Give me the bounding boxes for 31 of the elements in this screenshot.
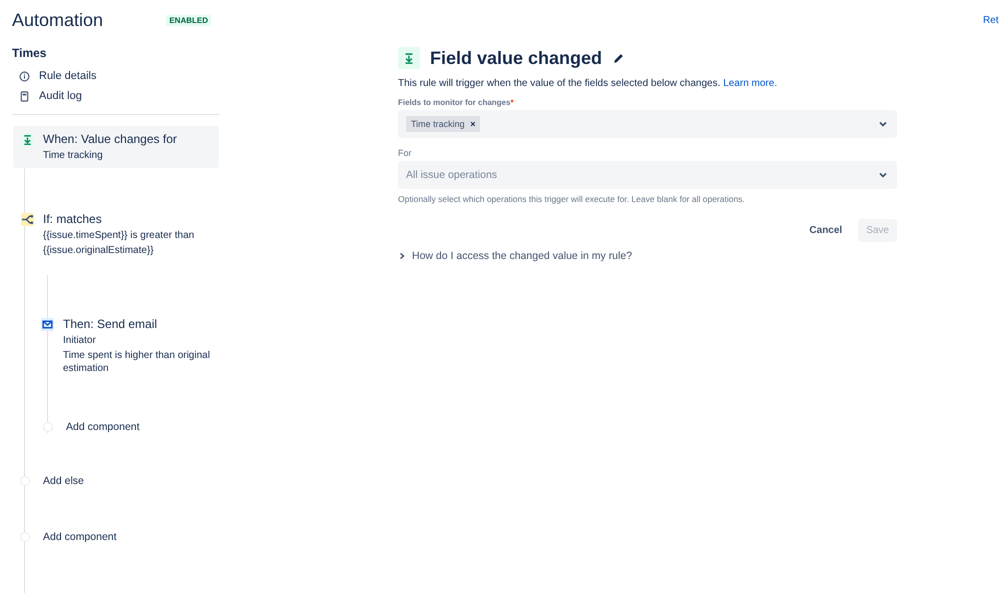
add-component-link[interactable]: Add else [20, 475, 219, 487]
add-component-link[interactable]: Add component [20, 531, 219, 543]
chevron-right-icon [398, 252, 406, 260]
add-component-link[interactable]: Add component [43, 421, 219, 433]
branch-icon [21, 213, 34, 226]
learn-more-link[interactable]: Learn more. [723, 78, 778, 89]
remove-tag-button[interactable]: × [470, 119, 476, 129]
sidebar-item[interactable]: Audit log [12, 86, 219, 106]
description: This rule will trigger when the value of the fields selected below changes. Learn more. [398, 78, 778, 89]
app-title: Automation [12, 10, 104, 31]
sidebar-item[interactable]: Rule details [12, 66, 219, 86]
rule-component[interactable]: Then: Send email Initiator Time spent is higher than original estimation [39, 311, 219, 381]
edit-icon[interactable] [612, 52, 626, 64]
rule-name: Times [12, 46, 48, 60]
panel-title: Field value changed [430, 48, 602, 68]
expander-toggle[interactable]: How do I access the changed value in my rule? [398, 250, 632, 262]
top-link[interactable]: Ret [983, 15, 999, 26]
status-lozenge: ENABLED [166, 15, 211, 26]
cancel-button[interactable]: Cancel [801, 219, 850, 242]
help-text: Optionally select which operations this trigger will execute for. Leave blank for all operations. [398, 194, 746, 204]
rule-component[interactable]: When: Value changes for Time tracking [13, 126, 219, 168]
info-icon [19, 70, 30, 82]
fields-select[interactable]: Time tracking × [398, 110, 897, 138]
trigger-icon [398, 47, 420, 69]
document-icon [19, 90, 30, 102]
trigger-icon [21, 133, 34, 146]
field-tag: Time tracking × [406, 116, 480, 132]
rule-component[interactable]: If: matches {{issue.timeSpent}} is greater than {{issue.originalEstimate}} [13, 206, 219, 263]
field-label: For [398, 148, 412, 158]
envelope-icon [41, 318, 54, 331]
field-label: Fields to monitor for changes* [398, 98, 515, 107]
